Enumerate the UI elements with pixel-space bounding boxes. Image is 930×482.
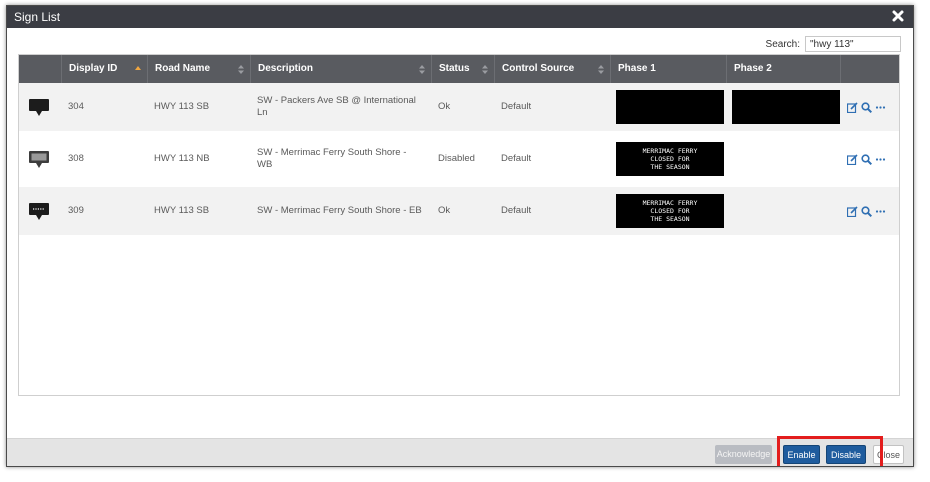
dialog-title: Sign List: [14, 10, 61, 24]
phase-line: MERRIMAC FERRY: [642, 147, 698, 155]
phase-line: THE SEASON: [650, 215, 690, 223]
display-id-cell: 304: [68, 101, 84, 112]
display-id-cell: 309: [68, 205, 84, 216]
search-icon[interactable]: [861, 102, 872, 113]
search-icon[interactable]: [861, 206, 872, 217]
sign-dark-icon: [29, 99, 49, 116]
edit-icon[interactable]: [847, 102, 858, 113]
column-header-actions: [840, 55, 901, 83]
phase-line: THE SEASON: [650, 163, 690, 171]
phase-line: CLOSED FOR: [650, 155, 690, 163]
road-name-cell: HWY 113 SB: [154, 205, 210, 216]
more-options-icon[interactable]: [875, 206, 886, 217]
close-icon[interactable]: [891, 9, 905, 23]
enable-button[interactable]: Enable: [783, 445, 820, 464]
sort-ascending-icon: [135, 66, 141, 70]
column-header-label: Description: [258, 63, 314, 74]
description-cell: SW - Packers Ave SB @ International Ln: [257, 95, 416, 118]
edit-icon[interactable]: [847, 206, 858, 217]
more-options-icon[interactable]: [875, 102, 886, 113]
column-header-phase-1: Phase 1: [610, 55, 726, 83]
page: Sign List Search: Display ID Road Name: [0, 0, 930, 482]
sort-both-icon: [482, 65, 488, 74]
close-button[interactable]: Close: [873, 445, 904, 464]
sign-list-dialog: Sign List Search: Display ID Road Name: [6, 5, 914, 467]
phase-1-display: MERRIMAC FERRY CLOSED FOR THE SEASON: [616, 194, 724, 228]
sort-both-icon: [598, 65, 604, 74]
status-cell: Ok: [438, 101, 451, 112]
acknowledge-button[interactable]: Acknowledge: [715, 445, 772, 464]
table-row[interactable]: 309 HWY 113 SB SW - Merrimac Ferry South…: [19, 187, 899, 235]
phase-line: CLOSED FOR: [650, 207, 690, 215]
edit-icon[interactable]: [847, 154, 858, 165]
column-header-label: Status: [439, 63, 470, 74]
sign-disabled-icon: [29, 151, 49, 168]
status-cell: Disabled: [438, 153, 475, 164]
dialog-titlebar: Sign List: [7, 6, 913, 28]
control-source-cell: Default: [501, 153, 532, 164]
sign-table: Display ID Road Name Description Status …: [18, 54, 900, 396]
column-header-road-name[interactable]: Road Name: [147, 55, 250, 83]
column-header-phase-2: Phase 2: [726, 55, 840, 83]
search-icon[interactable]: [861, 154, 872, 165]
control-source-cell: Default: [501, 205, 532, 216]
phase-1-display: MERRIMAC FERRY CLOSED FOR THE SEASON: [616, 142, 724, 176]
search-input[interactable]: [805, 36, 901, 52]
sort-both-icon: [238, 65, 244, 74]
road-name-cell: HWY 113 SB: [154, 101, 210, 112]
phase-2-display: [732, 90, 840, 124]
column-header-label: Road Name: [155, 63, 211, 74]
description-cell: SW - Merrimac Ferry South Shore - WB: [257, 147, 407, 170]
phase-1-display: [616, 90, 724, 124]
road-name-cell: HWY 113 NB: [154, 153, 210, 164]
sort-both-icon: [419, 65, 425, 74]
phase-line: MERRIMAC FERRY: [642, 199, 698, 207]
column-header-label: Control Source: [502, 63, 575, 74]
control-source-cell: Default: [501, 101, 532, 112]
column-header-display-id[interactable]: Display ID: [61, 55, 147, 83]
more-options-icon[interactable]: [875, 154, 886, 165]
row-actions: [847, 206, 886, 217]
column-header-label: Display ID: [69, 63, 118, 74]
disable-button[interactable]: Disable: [826, 445, 866, 464]
description-cell: SW - Merrimac Ferry South Shore - EB: [257, 205, 422, 216]
sign-message-icon: [29, 203, 49, 220]
row-actions: [847, 154, 886, 165]
table-row[interactable]: 304 HWY 113 SB SW - Packers Ave SB @ Int…: [19, 83, 899, 131]
table-header: Display ID Road Name Description Status …: [19, 55, 899, 83]
column-header-icon: [19, 55, 61, 83]
column-header-control-source[interactable]: Control Source: [494, 55, 610, 83]
dialog-footer: Acknowledge Enable Disable Close: [7, 438, 913, 466]
search-label: Search:: [765, 38, 800, 50]
search-bar: Search:: [766, 36, 901, 52]
display-id-cell: 308: [68, 153, 84, 164]
column-header-status[interactable]: Status: [431, 55, 494, 83]
table-row[interactable]: 308 HWY 113 NB SW - Merrimac Ferry South…: [19, 135, 899, 183]
column-header-description[interactable]: Description: [250, 55, 431, 83]
status-cell: Ok: [438, 205, 451, 216]
row-actions: [847, 102, 886, 113]
